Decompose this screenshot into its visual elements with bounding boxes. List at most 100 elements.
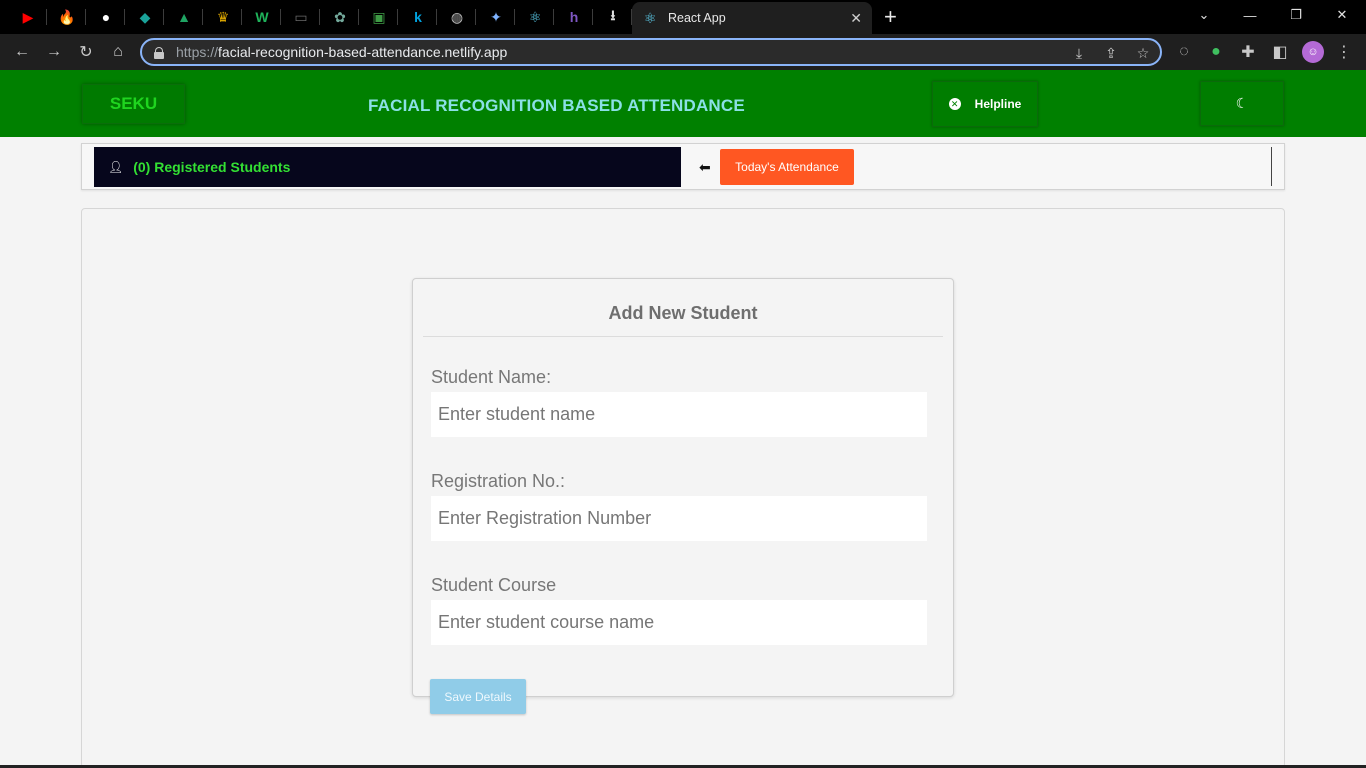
- google-drive-icon: ▲: [177, 9, 191, 25]
- pinned-tab[interactable]: ▭: [282, 0, 320, 34]
- youtube-icon: ▶: [22, 8, 34, 25]
- brand-button[interactable]: SEKU: [82, 84, 185, 124]
- pinned-tab[interactable]: k: [399, 0, 437, 34]
- student-course-input[interactable]: [431, 600, 927, 645]
- share-icon[interactable]: ⇪: [1102, 44, 1120, 62]
- side-panel-icon[interactable]: ◧: [1268, 40, 1292, 64]
- green-square-icon: ▣: [372, 8, 386, 25]
- tab-separator: [592, 9, 593, 25]
- pinned-tab[interactable]: 🔥: [48, 0, 86, 34]
- add-student-form: Add New Student Student Name: Registrati…: [412, 278, 954, 697]
- browser-tab-strip: ▶ 🔥 ● ◆ ▲ ♛ W ▭ ✿ ▣ k ◍ ✦ ⚛ h ⭳ ⚛ React App ✕ + ⌄ — ❐ ✕: [0, 0, 1366, 34]
- tab-title: React App: [668, 11, 726, 25]
- helpline-button[interactable]: ✕ Helpline: [932, 81, 1038, 127]
- crest-icon: ♛: [216, 8, 230, 25]
- save-details-button[interactable]: Save Details: [430, 679, 526, 714]
- menu-kebab-icon[interactable]: ⋮: [1332, 40, 1356, 64]
- tab-separator: [475, 9, 476, 25]
- react-icon: ⚛: [643, 9, 657, 26]
- tab-separator: [280, 9, 281, 25]
- tab-separator: [46, 9, 47, 25]
- chatgpt-icon: ✿: [334, 8, 346, 25]
- reload-icon[interactable]: ↻: [74, 40, 98, 64]
- bird-icon: ✦: [490, 8, 502, 25]
- minimize-button[interactable]: —: [1227, 0, 1273, 30]
- tab-separator: [85, 9, 86, 25]
- pinned-tab[interactable]: ◍: [438, 0, 476, 34]
- pinned-tab[interactable]: ▶: [9, 0, 47, 34]
- download-icon: ⭳: [610, 7, 616, 23]
- registered-students-label: (0) Registered Students: [133, 159, 291, 175]
- firebase-icon: 🔥: [58, 8, 76, 25]
- pinned-tab[interactable]: h: [555, 0, 593, 34]
- new-tab-button[interactable]: +: [884, 4, 897, 30]
- restore-button[interactable]: ❐: [1273, 0, 1319, 30]
- pinned-tab[interactable]: ●: [87, 0, 125, 34]
- pinned-tab[interactable]: ▲: [165, 0, 203, 34]
- tab-separator: [514, 9, 515, 25]
- browser-toolbar: ← → ↻ ⌂ https:// facial-recognition-base…: [0, 34, 1366, 70]
- tab-separator: [319, 9, 320, 25]
- diamond-icon: ◆: [139, 8, 151, 25]
- github-icon: ●: [101, 9, 111, 25]
- tab-separator: [124, 9, 125, 25]
- home-icon[interactable]: ⌂: [106, 40, 130, 64]
- pinned-tab[interactable]: ⭳: [594, 0, 632, 34]
- divider: [1271, 147, 1272, 186]
- pinned-tab[interactable]: ▣: [360, 0, 398, 34]
- lock-icon: [154, 46, 164, 59]
- tab-separator: [358, 9, 359, 25]
- url-host: facial-recognition-based-attendance.netl…: [218, 44, 508, 60]
- student-name-label: Student Name:: [431, 367, 552, 387]
- k-logo-icon: k: [414, 9, 422, 25]
- back-icon[interactable]: ←: [10, 40, 34, 64]
- student-name-input[interactable]: [431, 392, 927, 437]
- window-icon: ▭: [294, 8, 308, 25]
- pinned-tab[interactable]: ◆: [126, 0, 164, 34]
- extension-robot-icon[interactable]: ●: [1204, 40, 1228, 64]
- moon-icon: ☾: [1235, 95, 1249, 111]
- pinned-tab[interactable]: W: [243, 0, 281, 34]
- close-tab-icon[interactable]: ✕: [850, 10, 862, 27]
- student-course-label: Student Course: [431, 575, 557, 595]
- tab-separator: [553, 9, 554, 25]
- pinned-tab[interactable]: ✦: [477, 0, 515, 34]
- tab-separator: [397, 9, 398, 25]
- sub-nav: 👤︎ (0) Registered Students ⬅ Today's Att…: [81, 143, 1285, 190]
- tab-react-app[interactable]: ⚛ React App ✕: [632, 2, 872, 34]
- url-scheme: https://: [176, 44, 219, 60]
- registration-no-input[interactable]: [431, 496, 927, 541]
- arrow-left-icon: ⬅: [699, 159, 711, 175]
- tab-separator: [436, 9, 437, 25]
- address-bar[interactable]: https:// facial-recognition-based-attend…: [140, 38, 1162, 66]
- install-app-icon[interactable]: ⤓: [1070, 44, 1088, 62]
- extensions-puzzle-icon[interactable]: ✚: [1236, 40, 1260, 64]
- extension-circle-icon[interactable]: ◌: [1172, 40, 1196, 64]
- profile-avatar[interactable]: ☺: [1302, 41, 1324, 63]
- w-logo-icon: W: [255, 9, 269, 25]
- form-title: Add New Student: [608, 303, 758, 323]
- dark-mode-toggle[interactable]: ☾: [1200, 81, 1284, 126]
- globe-icon: ◍: [450, 8, 464, 25]
- page-title: FACIAL RECOGNITION BASED ATTENDANCE: [368, 96, 745, 115]
- bookmark-star-icon[interactable]: ☆: [1134, 44, 1152, 62]
- todays-attendance-button[interactable]: Today's Attendance: [720, 149, 854, 185]
- app-header: SEKU FACIAL RECOGNITION BASED ATTENDANCE…: [0, 70, 1366, 137]
- tab-separator: [163, 9, 164, 25]
- user-icon: 👤︎: [108, 160, 124, 174]
- tab-separator: [202, 9, 203, 25]
- tab-separator: [241, 9, 242, 25]
- pinned-tab[interactable]: ♛: [204, 0, 242, 34]
- registered-students-link[interactable]: 👤︎ (0) Registered Students: [94, 147, 681, 187]
- close-circle-icon: ✕: [948, 98, 961, 110]
- tab-search-icon[interactable]: ⌄: [1181, 0, 1227, 30]
- registration-no-label: Registration No.:: [431, 471, 566, 491]
- pinned-tab[interactable]: ⚛: [516, 0, 554, 34]
- helpline-label: Helpline: [974, 97, 1022, 111]
- forward-icon[interactable]: →: [42, 40, 66, 64]
- pinned-tab[interactable]: ✿: [321, 0, 359, 34]
- h-logo-icon: h: [569, 9, 579, 25]
- close-window-button[interactable]: ✕: [1319, 0, 1365, 30]
- form-divider: [423, 336, 943, 337]
- react-icon: ⚛: [528, 8, 542, 25]
